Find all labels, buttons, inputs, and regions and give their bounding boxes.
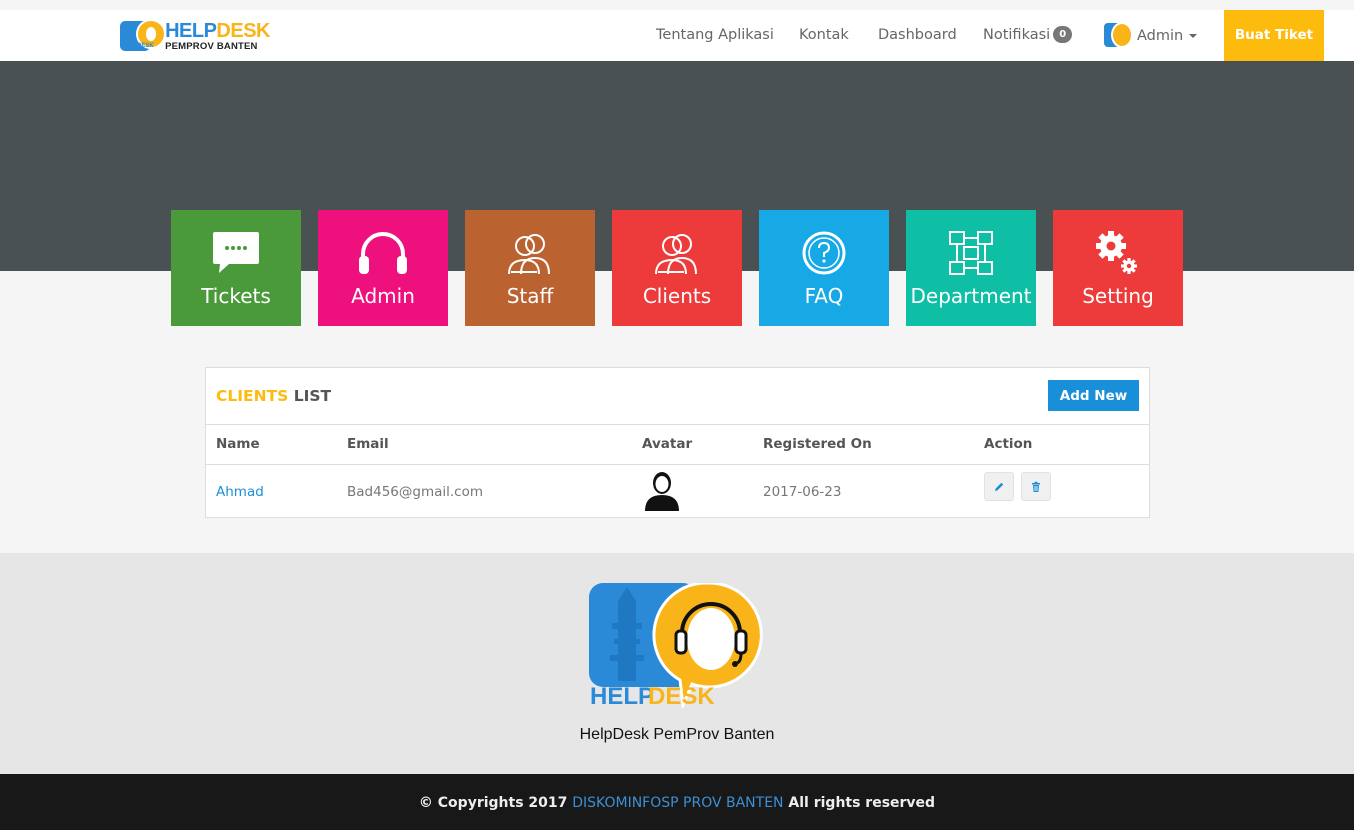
users-icon xyxy=(655,234,697,275)
nav-dashboard[interactable]: Dashboard xyxy=(878,10,957,61)
column-header-email[interactable]: Email xyxy=(347,436,389,452)
brand-subtitle: PEMPROV BANTEN xyxy=(165,40,258,52)
tile-tickets[interactable]: Tickets xyxy=(171,210,301,326)
navbar: HELPDESK HELPDESK PEMPROV BANTEN Tentang… xyxy=(0,10,1354,61)
brand-title-desk: DESK xyxy=(216,19,270,42)
panel-title-main: LIST xyxy=(293,387,332,405)
tile-department[interactable]: Department xyxy=(906,210,1036,326)
chat-bubble-icon xyxy=(213,232,259,273)
tile-label: Tickets xyxy=(201,284,271,308)
trash-icon xyxy=(1032,481,1040,492)
nav-kontak[interactable]: Kontak xyxy=(799,10,849,61)
client-name-link[interactable]: Ahmad xyxy=(216,484,264,500)
footer-org-link[interactable]: DISKOMINFOSP PROV BANTEN xyxy=(572,795,783,811)
logo-tiny-text: HELPDESK xyxy=(121,43,154,49)
helpdesk-logo: HELP DESK xyxy=(589,583,763,708)
users-icon xyxy=(508,234,550,275)
tile-admin[interactable]: Admin xyxy=(318,210,448,326)
tile-label: Department xyxy=(910,284,1032,308)
panel-header: CLIENTS LIST Add New xyxy=(206,368,1149,425)
tile-label: Staff xyxy=(506,284,554,308)
panel-title: CLIENTS LIST xyxy=(216,387,331,405)
brand-logo[interactable]: HELPDESK HELPDESK PEMPROV BANTEN xyxy=(120,18,270,54)
copyright-rights: All rights reserved xyxy=(788,795,936,811)
notification-count-badge: 0 xyxy=(1053,25,1073,43)
column-header-action[interactable]: Action xyxy=(984,436,1032,452)
panel-title-accent: CLIENTS xyxy=(216,387,289,405)
table-divider xyxy=(206,464,1149,465)
column-header-avatar[interactable]: Avatar xyxy=(642,436,692,452)
user-menu-dropdown[interactable]: Admin xyxy=(1104,20,1198,52)
column-header-name[interactable]: Name xyxy=(216,436,260,452)
pencil-icon xyxy=(995,482,1004,491)
question-circle-icon xyxy=(802,231,846,275)
nav-notifikasi[interactable]: Notifikasi 0 xyxy=(983,10,1073,61)
tile-clients[interactable]: Clients xyxy=(612,210,742,326)
footer-logo-section: HELP DESK HelpDesk PemProv Banten xyxy=(0,553,1354,774)
brand-title-help: HELP xyxy=(165,19,217,42)
copyright-prefix: © Copyrights 2017 xyxy=(418,795,568,811)
tile-setting[interactable]: Setting xyxy=(1053,210,1183,326)
column-header-registered-on[interactable]: Registered On xyxy=(763,436,872,452)
footer-copyright: © Copyrights 2017 DISKOMINFOSP PROV BANT… xyxy=(0,774,1354,830)
avatar xyxy=(1104,21,1134,51)
tile-label: Setting xyxy=(1082,284,1154,308)
footer-app-name: HelpDesk PemProv Banten xyxy=(579,726,775,743)
user-silhouette-icon xyxy=(645,472,679,511)
tile-faq[interactable]: FAQ xyxy=(759,210,889,326)
caret-down-icon xyxy=(1189,34,1198,38)
client-email: Bad456@gmail.com xyxy=(347,484,483,500)
headphones-icon xyxy=(359,232,407,274)
create-ticket-button[interactable]: Buat Tiket xyxy=(1224,10,1324,61)
user-menu-label: Admin xyxy=(1137,28,1184,44)
tile-staff[interactable]: Staff xyxy=(465,210,595,326)
edit-button[interactable] xyxy=(984,472,1014,501)
gears-icon xyxy=(1096,231,1137,274)
nav-notifikasi-label: Notifikasi xyxy=(983,27,1051,43)
tile-label: Admin xyxy=(351,284,415,308)
clients-list-panel: CLIENTS LIST Add New Name Email Avatar R… xyxy=(205,367,1150,518)
nav-tentang-aplikasi[interactable]: Tentang Aplikasi xyxy=(656,10,774,61)
tile-label: Clients xyxy=(642,284,712,308)
add-new-button[interactable]: Add New xyxy=(1048,380,1139,411)
helpdesk-logo-icon: HELPDESK xyxy=(120,19,166,53)
client-registered-on: 2017-06-23 xyxy=(763,484,842,500)
top-strip xyxy=(0,0,1354,10)
tile-label: FAQ xyxy=(804,284,844,308)
logo-desk-text: DESK xyxy=(648,683,715,708)
sitemap-icon xyxy=(949,231,993,275)
delete-button[interactable] xyxy=(1021,472,1051,501)
logo-help-text: HELP xyxy=(590,683,654,708)
